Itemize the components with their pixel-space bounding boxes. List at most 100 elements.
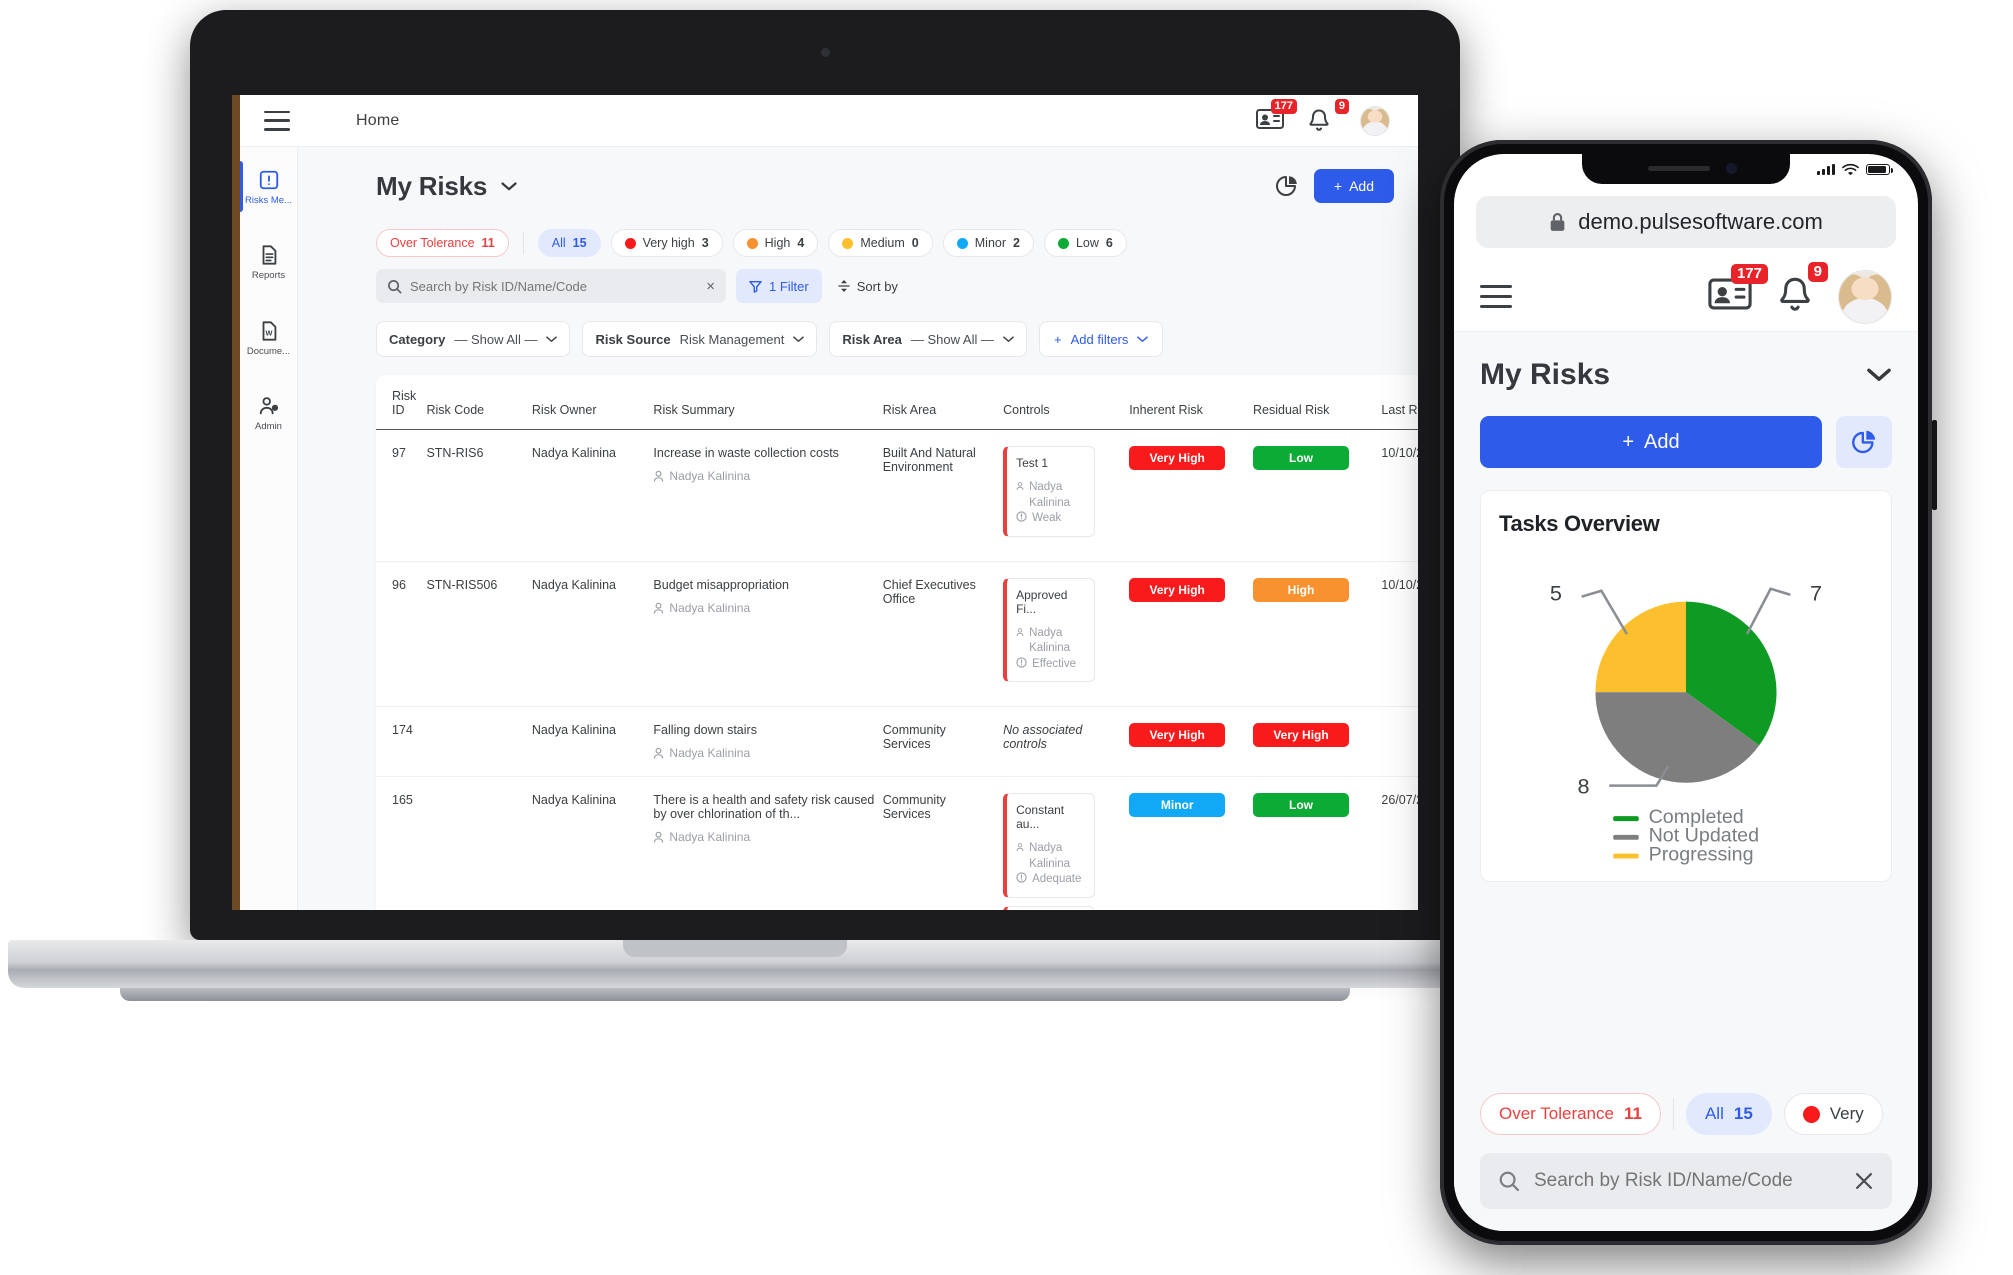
column-header-risk-summary[interactable]: Risk Summary	[653, 375, 883, 430]
chip-medium[interactable]: Medium 0	[828, 229, 933, 257]
notifications-badge: 9	[1807, 262, 1828, 282]
avatar[interactable]	[1360, 105, 1390, 136]
control-owner-name: Nadya Kalinina	[1029, 626, 1070, 655]
search-input[interactable]	[410, 278, 699, 294]
column-header-risk-area[interactable]: Risk Area	[882, 375, 1004, 430]
column-header-controls[interactable]: Controls	[1003, 375, 1130, 430]
clear-search-icon[interactable]: ×	[706, 278, 715, 295]
close-icon[interactable]	[1854, 1171, 1874, 1191]
chevron-down-icon[interactable]	[1866, 368, 1892, 382]
search-box[interactable]: ×	[376, 269, 726, 303]
laptop-bezel-top	[190, 10, 1460, 95]
add-button[interactable]: + Add	[1313, 169, 1394, 203]
table-row[interactable]: 165 Nadya Kalinina There is a health and…	[376, 776, 1418, 910]
column-header-risk-code[interactable]: Risk Code	[426, 375, 532, 430]
url-text: demo.pulsesoftware.com	[1578, 209, 1823, 234]
contact-card-icon[interactable]: 177	[1708, 264, 1768, 316]
sidebar-item-admin[interactable]: Admin	[240, 383, 297, 442]
control-card[interactable]: Regular ma... Nadya	[1003, 905, 1096, 910]
column-header-residual-risk[interactable]: Residual Risk	[1253, 375, 1382, 430]
cell-residual-risk: Low	[1253, 429, 1382, 562]
chip-very-high[interactable]: Very high 3	[610, 229, 723, 257]
chip-minor[interactable]: Minor 2	[942, 229, 1034, 257]
column-header-inherent-risk[interactable]: Inherent Risk	[1129, 375, 1254, 430]
phone-app-header: 177 9	[1454, 262, 1918, 332]
chip-very-high[interactable]: Very	[1783, 1093, 1883, 1135]
chip-over-tolerance[interactable]: Over Tolerance 11	[376, 229, 509, 257]
legend-swatch-not-updated	[1613, 834, 1639, 840]
browser-left-edge	[232, 95, 240, 910]
hamburger-icon[interactable]	[264, 110, 290, 131]
column-header-risk-owner[interactable]: Risk Owner	[531, 375, 654, 430]
search-input[interactable]	[1534, 1170, 1840, 1192]
main-content: My Risks + Add Over Tolerance 11 All 15 …	[298, 147, 1418, 910]
sidebar-item-documents[interactable]: W Docume...	[240, 308, 297, 367]
page-title: My Risks	[1480, 358, 1611, 391]
control-status: Weak	[1016, 511, 1085, 527]
chip-all[interactable]: All 15	[537, 229, 601, 257]
contact-card-icon[interactable]: 177	[1256, 98, 1297, 134]
pie-chart-icon[interactable]	[1836, 416, 1892, 468]
tasks-pie-chart: 5 7 8 Completed Not Updated Progressing	[1499, 537, 1873, 867]
filter-select-risk-source[interactable]: Risk Source Risk Management	[582, 321, 818, 357]
phone-volume-down-button[interactable]	[1435, 476, 1440, 538]
filter-label: Risk Area	[842, 331, 902, 347]
add-filters-button[interactable]: + Add filters	[1038, 321, 1164, 357]
table-row[interactable]: 174 Nadya Kalinina Falling down stairs N…	[376, 706, 1418, 778]
chip-over-tolerance[interactable]: Over Tolerance 11	[1480, 1093, 1661, 1135]
chip-count: 15	[572, 236, 587, 250]
pie-slice-progressing[interactable]	[1595, 601, 1686, 693]
column-header-risk-id[interactable]: Risk ID	[376, 375, 427, 430]
cell-risk-owner: Nadya Kalinina	[531, 561, 654, 708]
filter-select-risk-area[interactable]: Risk Area — Show All —	[829, 321, 1027, 357]
control-card[interactable]: Approved Fi... Nadya Kalinina Effective	[1003, 577, 1096, 683]
sidebar-item-label: Risks Me...	[245, 195, 292, 206]
chip-high[interactable]: High 4	[732, 229, 819, 257]
laptop-base-notch	[623, 940, 847, 957]
no-controls-label: No associated controls	[1003, 723, 1083, 752]
cell-controls: No associated controls	[1003, 706, 1130, 778]
control-status-label: Adequate	[1032, 873, 1082, 886]
risks-table: Risk ID Risk Code Risk Owner Risk Summar…	[376, 375, 1418, 910]
column-header-last-review-date[interactable]: Last Review Date	[1381, 375, 1418, 430]
control-card[interactable]: Constant au... Nadya Kalinina Adequate	[1003, 793, 1096, 898]
plus-icon: +	[1053, 331, 1062, 347]
funnel-icon	[749, 280, 762, 293]
status-badge: Low	[1253, 446, 1350, 470]
pie-leader-line-progressing	[1581, 589, 1629, 635]
sort-button[interactable]: Sort by	[832, 279, 898, 294]
pie-chart-icon[interactable]	[1274, 174, 1300, 198]
phone-screen: demo.pulsesoftware.com 177 9 My Risks + …	[1454, 154, 1918, 1231]
browser-url-bar[interactable]: demo.pulsesoftware.com	[1476, 196, 1896, 248]
sidebar: Risks Me... Reports W Docume... Admin	[240, 147, 298, 910]
hamburger-icon[interactable]	[1480, 285, 1512, 308]
phone-volume-up-button[interactable]	[1435, 398, 1440, 460]
phone-power-button[interactable]	[1932, 420, 1937, 510]
sidebar-item-reports[interactable]: Reports	[240, 232, 297, 291]
search-box[interactable]	[1480, 1153, 1892, 1209]
pie-label-completed: 7	[1810, 581, 1822, 606]
chip-low[interactable]: Low 6	[1043, 229, 1127, 257]
phone-device: demo.pulsesoftware.com 177 9 My Risks + …	[1435, 140, 1970, 1270]
lock-icon	[1550, 212, 1565, 231]
table-row[interactable]: 96 STN-RIS506 Nadya Kalinina Budget misa…	[376, 561, 1418, 708]
sidebar-item-risks-management[interactable]: Risks Me...	[240, 157, 297, 216]
phone-action-row: + Add	[1454, 392, 1918, 468]
phone-mute-button[interactable]	[1435, 330, 1440, 364]
chip-all[interactable]: All 15	[1685, 1093, 1772, 1135]
bell-icon[interactable]: 9	[1308, 98, 1349, 134]
summary-text: Falling down stairs	[653, 723, 757, 738]
plus-icon: +	[1622, 430, 1635, 453]
filter-button[interactable]: 1 Filter	[736, 269, 822, 303]
cell-inherent-risk: Minor	[1129, 776, 1254, 910]
chevron-down-icon[interactable]	[501, 181, 517, 191]
column-label: Risk Area	[882, 403, 937, 417]
cell-risk-owner: Nadya Kalinina	[531, 706, 654, 778]
control-card[interactable]: Test 1 Nadya Kalinina Weak	[1003, 446, 1096, 537]
add-button[interactable]: + Add	[1480, 416, 1822, 468]
avatar[interactable]	[1838, 269, 1892, 324]
control-owner: Nadya Kalinina	[1016, 626, 1085, 657]
filter-select-category[interactable]: Category — Show All —	[376, 321, 571, 357]
table-row[interactable]: 97 STN-RIS6 Nadya Kalinina Increase in w…	[376, 429, 1418, 562]
bell-icon[interactable]: 9	[1778, 262, 1828, 318]
